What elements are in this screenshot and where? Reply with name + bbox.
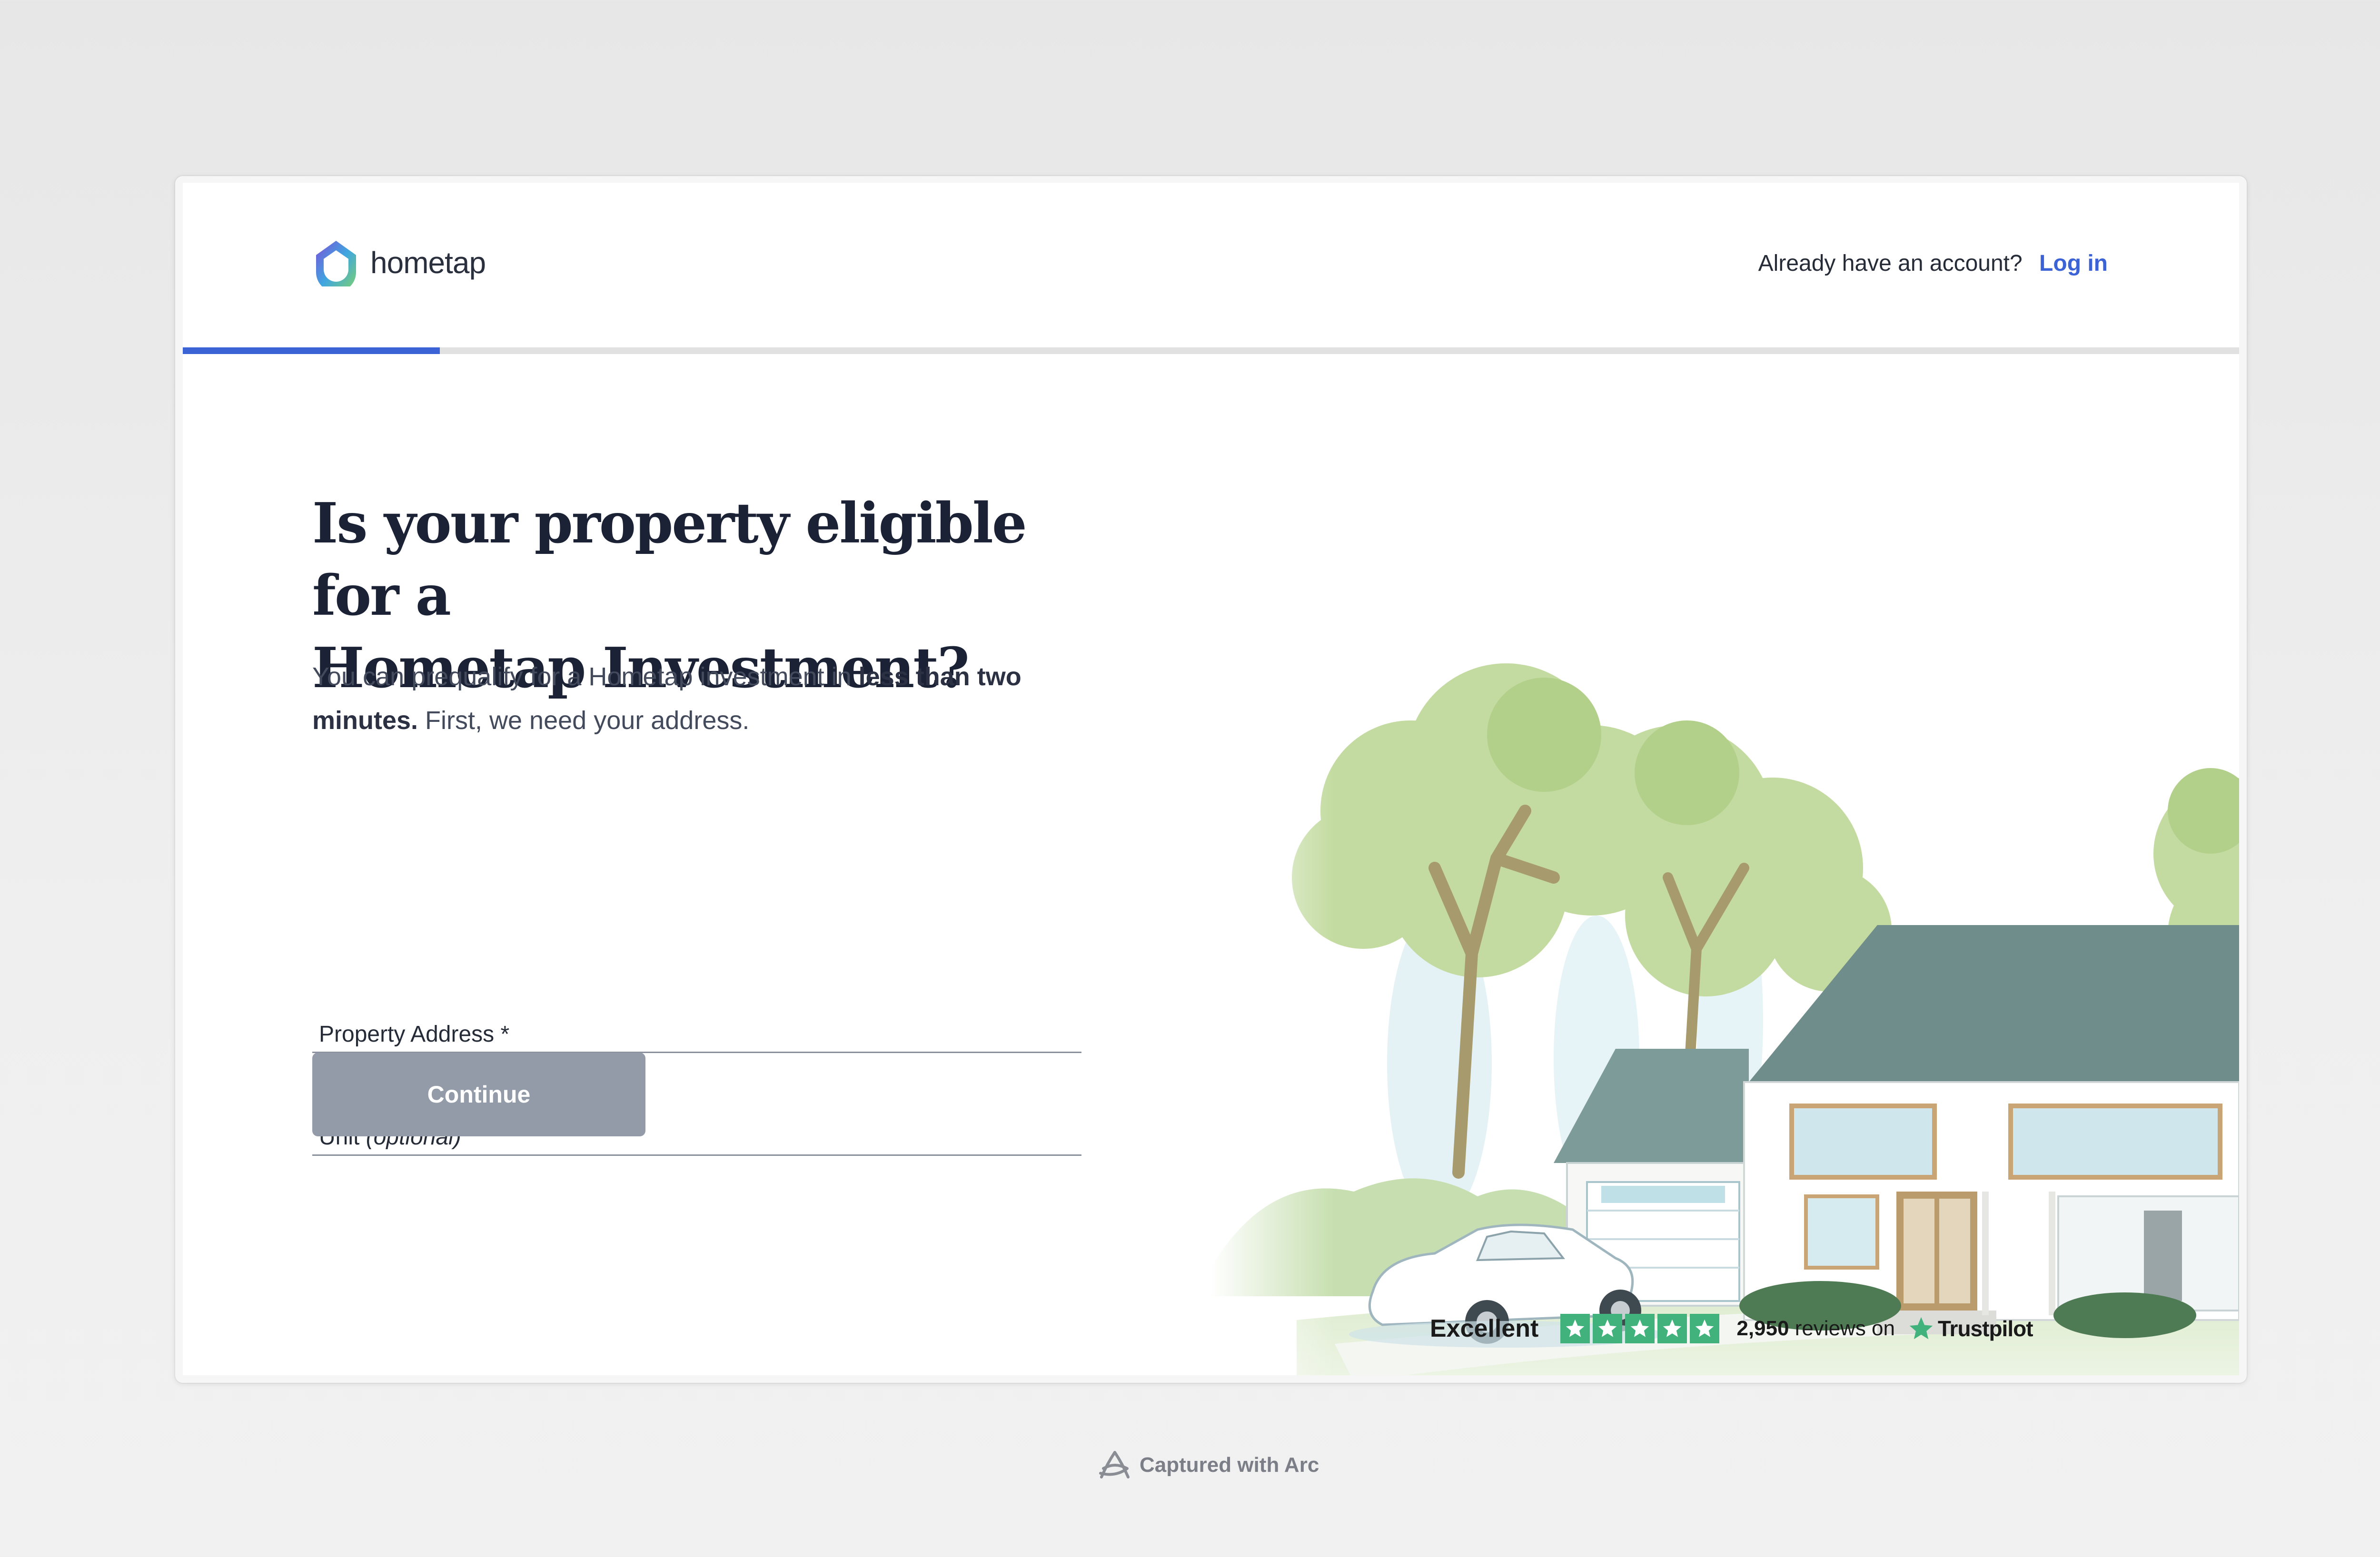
hometap-logo[interactable]: hometap [312,236,486,289]
subtitle-text-1: You can prequalify for a Hometap investm… [312,662,859,691]
title-line-1: Is your property eligible for a [312,491,1027,628]
star-icon [1690,1314,1720,1343]
trustpilot-review-count: 2,950 reviews on [1736,1317,1895,1340]
hometap-house-ring-icon [316,241,356,286]
trustpilot-rating-text: Excellent [1430,1315,1539,1342]
page-subtitle: You can prequalify for a Hometap investm… [312,655,1102,742]
arc-logo-icon [1099,1451,1130,1478]
property-address-input[interactable] [312,1004,1081,1052]
reviews-on-text: reviews on [1795,1317,1895,1340]
property-address-field[interactable]: Property Address * [312,1004,1081,1053]
trustpilot-stars [1560,1314,1720,1343]
review-count-number: 2,950 [1736,1317,1789,1340]
star-icon [1593,1314,1623,1343]
page: hometap Already have an account? Log in … [183,183,2239,1375]
trustpilot-brand[interactable]: Trustpilot [1907,1315,2033,1342]
captured-with-arc-text: Captured with Arc [1140,1453,1319,1477]
trustpilot-widget[interactable]: Excellent 2,950 reviews on Trustpilot [1430,1310,2033,1348]
subtitle-text-2: First, we need your address. [418,706,750,735]
login-link[interactable]: Log in [2039,251,2108,276]
arc-capture-badge: Captured with Arc [1097,1449,1319,1481]
star-icon [1657,1314,1687,1343]
progress-fill [183,347,440,354]
continue-button[interactable]: Continue [312,1053,645,1136]
trustpilot-brand-text: Trustpilot [1938,1316,2033,1341]
star-icon [1625,1314,1655,1343]
account-prompt-text: Already have an account? [1758,251,2023,276]
house-illustration [1211,449,2239,1375]
trustpilot-star-icon [1909,1317,1933,1340]
account-prompt: Already have an account? Log in [1758,250,2108,276]
star-icon [1560,1314,1590,1343]
progress-bar [183,347,2239,354]
brand-name: hometap [370,246,486,280]
